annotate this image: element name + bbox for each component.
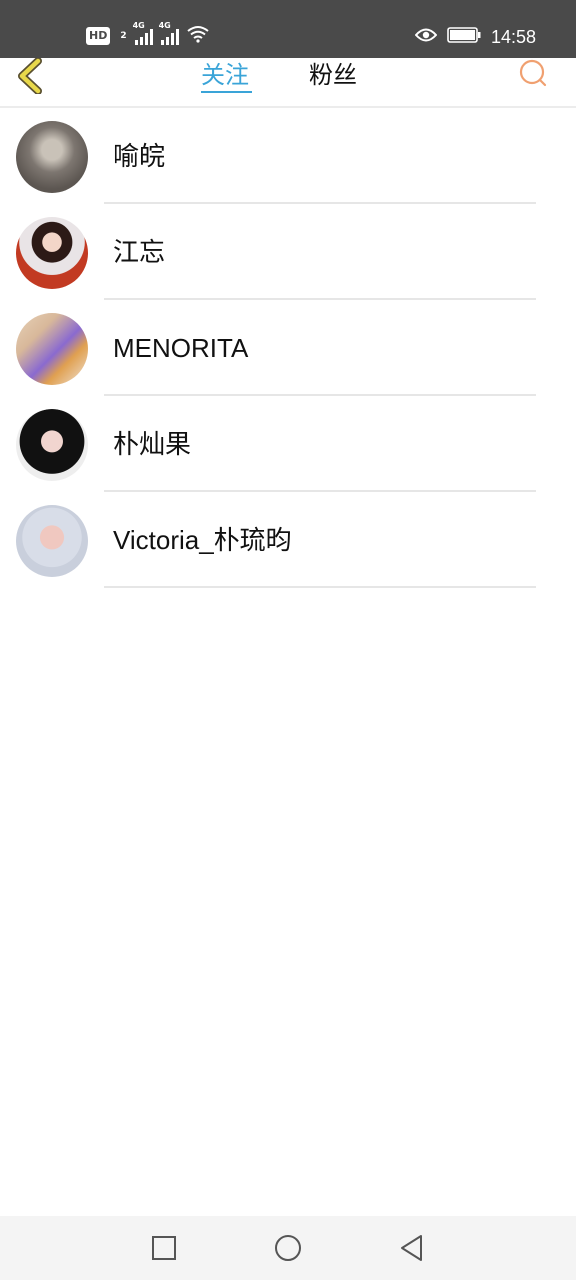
user-name: 喻皖 [113,141,166,171]
system-nav-bar [0,1216,576,1280]
hd-label: HD [89,29,108,42]
tab-fans[interactable]: 粉丝 [309,58,357,94]
recent-apps-icon [152,1236,176,1260]
user-name: Victoria_朴琉昀 [113,525,292,555]
avatar[interactable] [16,217,88,289]
home-icon [275,1235,301,1261]
tab-following[interactable]: 关注 [201,58,249,94]
back-icon [401,1235,422,1261]
search-icon [519,59,547,87]
list-item[interactable]: Victoria_朴琉昀 [0,492,576,588]
eye-icon [414,27,438,47]
avatar[interactable] [16,505,88,577]
following-page: HD 2 4G 4G 14:58 关注 粉丝 喻皖 江忘 MENORITA 朴灿… [0,0,576,1280]
user-name: 朴灿果 [113,429,192,459]
list-item[interactable]: 江忘 [0,204,576,300]
top-header: 关注 粉丝 [0,57,576,108]
avatar[interactable] [16,409,88,481]
status-left: HD 2 4G 4G [86,21,209,48]
battery-icon [447,27,481,47]
home-button[interactable] [267,1227,309,1269]
list-item[interactable]: 朴灿果 [0,396,576,492]
status-right: 14:58 [414,24,536,50]
back-button[interactable] [14,57,46,95]
avatar[interactable] [16,313,88,385]
hd-badge: HD [86,27,111,45]
list-item[interactable]: MENORITA [0,300,576,396]
recent-apps-button[interactable] [143,1227,185,1269]
user-name: MENORITA [113,333,249,363]
user-name: 江忘 [113,237,166,267]
avatar[interactable] [16,121,88,193]
hd-sub-label: 2 [120,31,127,41]
divider [104,586,536,588]
active-tab-indicator [201,91,252,93]
wifi-icon [186,25,209,47]
status-bar: HD 2 4G 4G 14:58 [0,0,576,58]
search-button[interactable] [518,58,548,90]
network-label: 4G [132,21,145,30]
back-nav-button[interactable] [391,1227,433,1269]
chevron-left-icon [18,57,42,95]
following-list: 喻皖 江忘 MENORITA 朴灿果 Victoria_朴琉昀 [0,108,576,588]
signal-icon: 4G [133,21,153,45]
signal-icon: 4G [159,21,179,45]
network-label: 4G [158,21,171,30]
clock: 14:58 [490,26,536,47]
list-item[interactable]: 喻皖 [0,108,576,204]
